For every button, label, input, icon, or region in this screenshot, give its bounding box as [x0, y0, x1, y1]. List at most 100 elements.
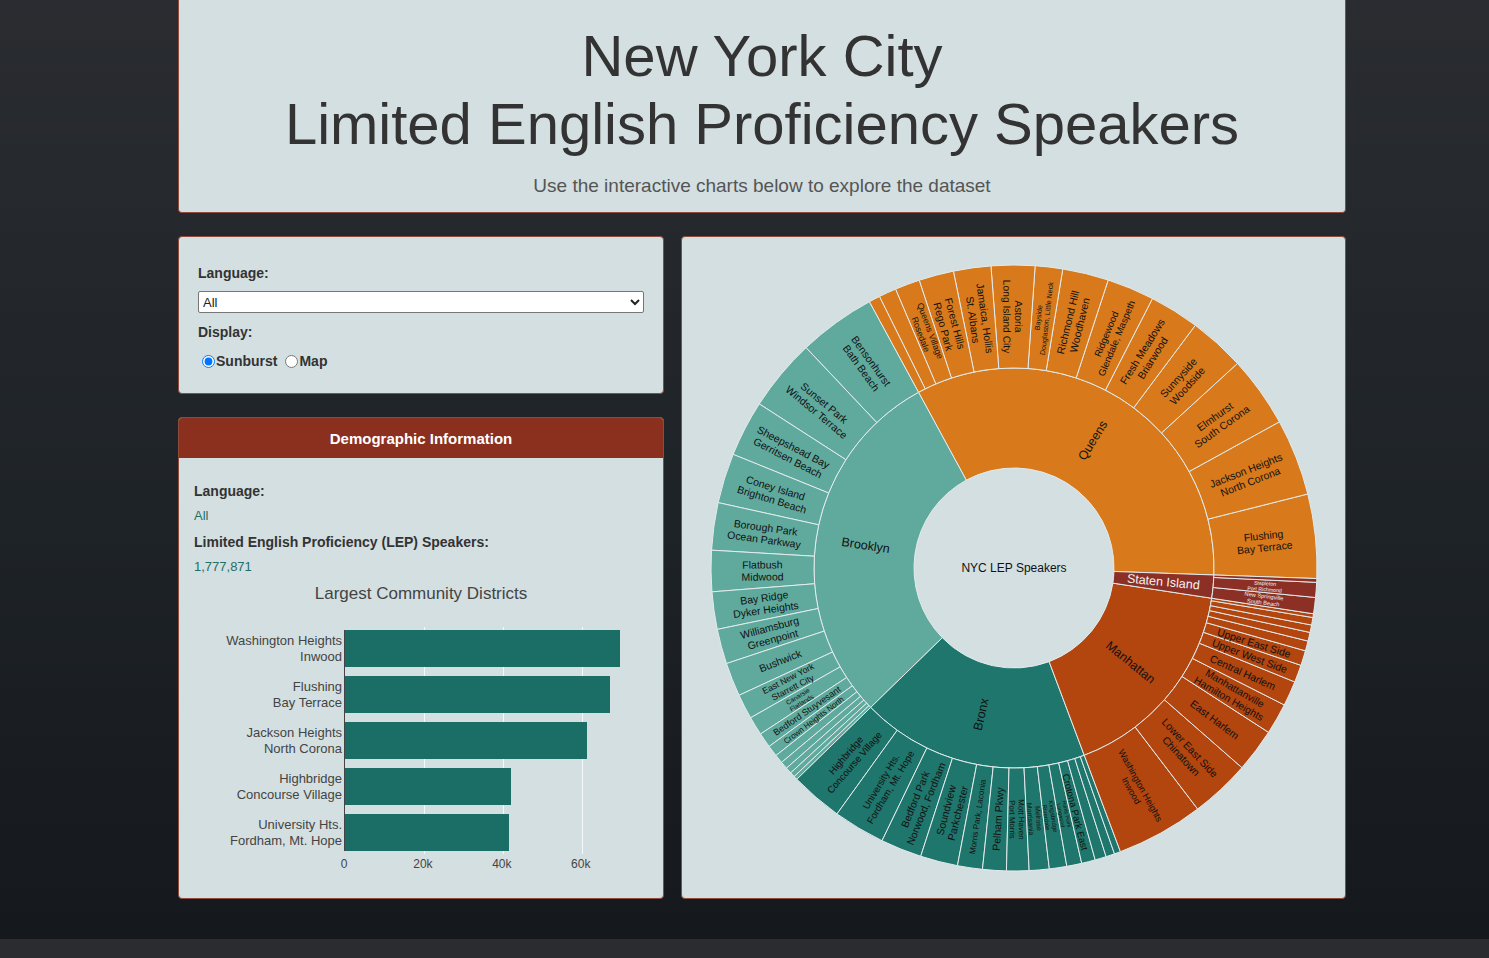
district-label-line: Parkchester [944, 784, 970, 842]
district-label-line: Ocean Parkway [726, 528, 802, 550]
district-label: SunnysideWoodside [1157, 355, 1208, 408]
district-label: Fresh MeadowsBriarwood [1117, 316, 1177, 392]
district-label-line: St. Albans [964, 295, 982, 343]
borough-group [1112, 571, 1316, 613]
bar-label-line: Flushing [293, 679, 342, 695]
tick-label: 0 [341, 854, 348, 874]
bar-chart: Largest Community Districts Washington He… [194, 583, 648, 874]
label-group: Brooklyn BensonhurstBath BeachSunset Park… [726, 333, 893, 745]
bar-label-line: Bay Terrace [273, 695, 342, 711]
district-label-line: Woodside [1167, 364, 1207, 407]
controls-panel: Language:AllDisplay:SunburstMap [178, 236, 664, 394]
bar[interactable] [345, 630, 620, 667]
district-label: Lower East SideChinatown [1150, 715, 1220, 787]
demographic-field: Limited English Proficiency (LEP) Speake… [194, 533, 648, 576]
sunburst-chart: QueensFlushingBay TerraceJackson Heights… [704, 258, 1324, 878]
district-label: Morris Park, Laconia [967, 778, 987, 854]
borough-label: Manhattan [1103, 638, 1158, 686]
field-label: Limited English Proficiency (LEP) Speake… [194, 533, 648, 551]
sunburst-center-label: NYC LEP Speakers [961, 561, 1066, 575]
district-label: Queens VillageRosedale [905, 301, 945, 363]
bar-label-line: University Hts. [258, 817, 342, 833]
demographic-field: Language:All [194, 482, 648, 525]
district-label: Pelham Pkwy [989, 786, 1005, 851]
borough-group [1049, 583, 1313, 852]
display-option-label: Sunburst [216, 352, 277, 370]
district-label-line: Glendale, Maspeth [1095, 298, 1136, 377]
display-option-label: Map [299, 352, 327, 370]
district-label-line: Woodhaven [1066, 296, 1091, 353]
district-label-line: Long Island City [1001, 279, 1012, 353]
display-option[interactable]: Map [281, 352, 327, 370]
district-label-line: Briarwood [1134, 334, 1169, 381]
district-label: New SpringvilleSouth Beach [1243, 590, 1283, 607]
district-label: Coney IslandBrighton Beach [735, 471, 811, 515]
district-label-line: Crotona Park East [1060, 772, 1090, 851]
district-label: WilliamsburgGreenpoint [738, 613, 802, 652]
label-group: ManhattanWashington HeightsInwoodLower E… [1103, 626, 1292, 829]
bar-label-line: Jackson Heights [247, 725, 342, 741]
district-label-line: Windsor Terrace [783, 382, 849, 440]
language-select[interactable]: All [198, 291, 644, 313]
demographic-header: Demographic Information [179, 418, 663, 458]
district-label: Sunset ParkWindsor Terrace [783, 373, 857, 440]
x-axis: 020k40k60k [344, 854, 640, 874]
tick-label: 20k [413, 854, 432, 874]
language-label: Language: [198, 264, 644, 282]
district-label: Borough ParkOcean Parkway [726, 516, 803, 550]
borough-segment[interactable] [1112, 571, 1213, 598]
bar-label: Washington HeightsInwood [194, 630, 342, 667]
district-label: RidgewoodGlendale, Maspeth [1085, 294, 1137, 377]
district-label-line: Brighton Beach [735, 482, 807, 515]
bar-label: University Hts.Fordham, Mt. Hope [194, 814, 342, 851]
bar-label: Jackson HeightsNorth Corona [194, 722, 342, 759]
display-radio[interactable] [285, 355, 298, 368]
label-group: Staten IslandNew SpringvilleSouth BeachS… [1126, 571, 1283, 607]
district-label-line: Midwood [741, 570, 783, 582]
borough-group [869, 265, 1317, 579]
borough-label: Queens [1075, 418, 1110, 463]
district-label: AstoriaLong Island City [1001, 279, 1024, 353]
bar-label-line: Washington Heights [226, 633, 342, 649]
borough-label: Staten Island [1126, 571, 1200, 592]
header-panel: New York CityLimited English Proficiency… [178, 0, 1346, 213]
borough-label: Brooklyn [840, 534, 890, 555]
district-label: BensonhurstBath Beach [839, 333, 893, 395]
district-label-line: Riverdale [1041, 804, 1052, 831]
subtitle: Use the interactive charts below to expl… [199, 174, 1325, 198]
district-label-line: Port Richmond [1247, 584, 1282, 592]
district-label: Crown Heights North [781, 694, 845, 745]
bar-row [345, 630, 641, 667]
title-line: Limited English Proficiency Speakers [285, 90, 1239, 158]
district-label-line: Bay Terrace [1236, 538, 1293, 556]
district-label-line: Port Morris [1007, 800, 1016, 839]
bar-label-line: Inwood [300, 649, 342, 665]
district-label: MelroseMorrisania [1026, 801, 1044, 835]
district-label-line: Inwood [1119, 775, 1142, 806]
bar-label-line: North Corona [264, 741, 342, 757]
district-label: Richmond HillWoodhaven [1054, 289, 1093, 358]
display-radio[interactable] [202, 355, 215, 368]
bar-row [345, 768, 641, 805]
bar[interactable] [345, 676, 610, 713]
bar-plot [344, 630, 641, 851]
district-label-line: Crown Heights North [781, 694, 845, 745]
bar-label: HighbridgeConcourse Village [194, 768, 342, 805]
bar-chart-title: Largest Community Districts [194, 583, 648, 605]
district-label-line: Douglaston, Little Neck [1038, 281, 1054, 355]
district-label: Crotona Park East [1060, 772, 1090, 851]
main-row: Language:AllDisplay:SunburstMapDemograph… [178, 236, 1346, 899]
district-label: BaysideDouglaston, Little Neck [1030, 280, 1055, 355]
district-label-line: Pelham Pkwy [989, 786, 1005, 851]
tick-label: 40k [492, 854, 511, 874]
display-option[interactable]: Sunburst [198, 352, 277, 370]
bar[interactable] [345, 768, 511, 805]
bar[interactable] [345, 722, 587, 759]
display-radio-group: Sunburst Map [198, 352, 644, 370]
demographic-panel: Demographic Information Language:All Limit… [178, 417, 664, 899]
district-label-line: Morrisania [1026, 802, 1036, 835]
district-label: Jackson HeightsNorth Corona [1207, 450, 1288, 501]
bar-label-line: Highbridge [279, 771, 342, 787]
bar[interactable] [345, 814, 509, 851]
district-label-line: Gerritsen Beach [751, 434, 824, 480]
